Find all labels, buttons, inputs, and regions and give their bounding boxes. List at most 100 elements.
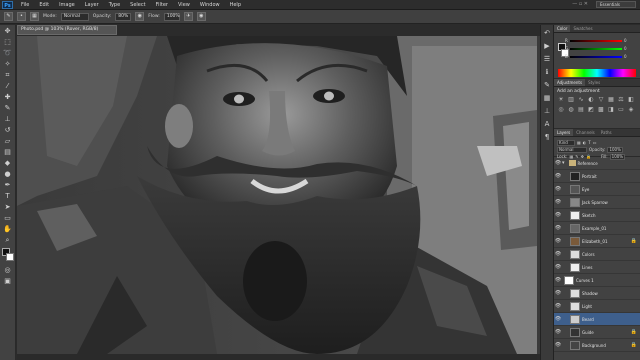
layer-thumbnail[interactable] bbox=[570, 223, 580, 233]
window-controls[interactable]: — ▫ ✕ bbox=[572, 1, 588, 7]
filter-adjust-icon[interactable]: ◐ bbox=[583, 140, 587, 145]
layer-name[interactable]: Jack Sparrow bbox=[582, 200, 608, 205]
layer-thumbnail[interactable] bbox=[564, 275, 574, 285]
vibrance-icon[interactable]: ▽ bbox=[597, 96, 605, 104]
levels-icon[interactable]: ▥ bbox=[567, 96, 575, 104]
visibility-eye-icon[interactable]: 👁 bbox=[554, 225, 562, 231]
group-expand-icon[interactable]: ▾ bbox=[562, 160, 565, 166]
color-balance-icon[interactable]: ⚖ bbox=[617, 96, 625, 104]
visibility-eye-icon[interactable]: 👁 bbox=[554, 303, 562, 309]
layer-thumbnail[interactable] bbox=[570, 210, 580, 220]
pressure-opacity-icon[interactable]: ◉ bbox=[135, 12, 145, 21]
layer-name[interactable]: Lines bbox=[582, 265, 592, 270]
layer-thumbnail[interactable] bbox=[570, 314, 580, 324]
move-tool-icon[interactable]: ✥ bbox=[3, 26, 13, 36]
layer-filter-select[interactable]: Kind bbox=[557, 139, 575, 146]
airbrush-icon[interactable]: ✈ bbox=[183, 12, 193, 21]
clone-source-icon[interactable]: ⊥ bbox=[542, 106, 552, 116]
quick-select-tool-icon[interactable]: ✧ bbox=[3, 59, 13, 69]
paragraph-icon[interactable]: ¶ bbox=[542, 132, 552, 142]
tab-paths[interactable]: Paths bbox=[598, 129, 615, 136]
layer-row[interactable]: 👁 Portrait bbox=[554, 170, 640, 183]
layer-name[interactable]: Eye bbox=[582, 187, 589, 192]
layer-name[interactable]: Light bbox=[582, 304, 592, 309]
visibility-eye-icon[interactable]: 👁 bbox=[554, 264, 562, 270]
green-slider-value[interactable]: 0 bbox=[624, 46, 627, 51]
eyedropper-tool-icon[interactable]: ⁄ bbox=[3, 81, 13, 91]
layer-name[interactable]: Example_01 bbox=[582, 226, 606, 231]
posterize-icon[interactable]: ▩ bbox=[597, 106, 605, 114]
menu-type[interactable]: Type bbox=[104, 2, 125, 8]
layer-row[interactable]: 👁 Lines bbox=[554, 261, 640, 274]
selective-color-icon[interactable]: ◈ bbox=[627, 106, 635, 114]
layer-thumbnail[interactable] bbox=[570, 327, 580, 337]
menu-image[interactable]: Image bbox=[54, 2, 80, 8]
pen-tool-icon[interactable]: ✒ bbox=[3, 180, 13, 190]
visibility-eye-icon[interactable]: 👁 bbox=[554, 329, 562, 335]
invert-icon[interactable]: ◩ bbox=[587, 106, 595, 114]
character-icon[interactable]: A bbox=[542, 119, 552, 129]
blend-mode-select[interactable]: Normal bbox=[557, 146, 587, 153]
black-white-icon[interactable]: ◧ bbox=[627, 96, 635, 104]
layer-name[interactable]: Elizabeth_01 bbox=[582, 239, 608, 244]
hue-saturation-icon[interactable]: ▦ bbox=[607, 96, 615, 104]
layer-thumbnail[interactable] bbox=[570, 288, 580, 298]
actions-icon[interactable]: ▶ bbox=[542, 41, 552, 51]
brush-presets-icon[interactable]: ▦ bbox=[542, 93, 552, 103]
tab-layers[interactable]: Layers bbox=[554, 129, 574, 136]
filter-shape-icon[interactable]: ▭ bbox=[593, 140, 597, 145]
gradient-tool-icon[interactable]: ▤ bbox=[3, 147, 13, 157]
layer-row[interactable]: 👁 Beard bbox=[554, 313, 640, 326]
visibility-eye-icon[interactable]: 👁 bbox=[554, 186, 562, 192]
zoom-tool-icon[interactable]: ⌕ bbox=[3, 235, 13, 245]
menu-help[interactable]: Help bbox=[225, 2, 246, 8]
layer-thumbnail[interactable] bbox=[570, 184, 580, 194]
pressure-size-icon[interactable]: ◉ bbox=[196, 12, 206, 21]
flow-field[interactable]: 100% bbox=[163, 12, 180, 21]
layer-thumbnail[interactable] bbox=[570, 197, 580, 207]
background-color-swatch[interactable] bbox=[5, 253, 14, 261]
marquee-tool-icon[interactable]: ⬚ bbox=[3, 37, 13, 47]
brush-panel-icon[interactable]: ▦ bbox=[30, 12, 39, 21]
tab-styles[interactable]: Styles bbox=[585, 79, 603, 86]
visibility-eye-icon[interactable]: 👁 bbox=[554, 160, 562, 166]
layer-row[interactable]: 👁 Background 🔒 bbox=[554, 339, 640, 352]
layer-thumbnail[interactable] bbox=[570, 236, 580, 246]
tab-swatches[interactable]: Swatches bbox=[570, 25, 595, 32]
layer-row[interactable]: 👁 Sketch bbox=[554, 209, 640, 222]
menu-filter[interactable]: Filter bbox=[151, 2, 173, 8]
green-slider-track[interactable] bbox=[570, 48, 622, 50]
exposure-icon[interactable]: ◐ bbox=[587, 96, 595, 104]
blue-slider-track[interactable] bbox=[570, 56, 622, 58]
red-slider-track[interactable] bbox=[570, 40, 622, 42]
filter-pixel-icon[interactable]: ▦ bbox=[577, 140, 581, 145]
channel-mixer-icon[interactable]: ◍ bbox=[567, 106, 575, 114]
visibility-eye-icon[interactable]: 👁 bbox=[554, 212, 562, 218]
screen-mode-icon[interactable]: ▣ bbox=[3, 276, 13, 286]
healing-tool-icon[interactable]: ✚ bbox=[3, 92, 13, 102]
dodge-tool-icon[interactable]: ● bbox=[3, 169, 13, 179]
layer-row[interactable]: 👁 Guide 🔒 bbox=[554, 326, 640, 339]
visibility-eye-icon[interactable]: 👁 bbox=[554, 251, 562, 257]
curves-icon[interactable]: ∿ bbox=[577, 96, 585, 104]
threshold-icon[interactable]: ◨ bbox=[607, 106, 615, 114]
lasso-tool-icon[interactable]: ➰ bbox=[3, 48, 13, 58]
green-slider[interactable]: G 0 bbox=[565, 46, 628, 51]
layer-name[interactable]: Guide bbox=[582, 330, 594, 335]
layer-row[interactable]: 👁 Light bbox=[554, 300, 640, 313]
tab-adjustments[interactable]: Adjustments bbox=[554, 79, 586, 86]
layer-name[interactable]: Reference bbox=[578, 161, 598, 166]
eraser-tool-icon[interactable]: ▱ bbox=[3, 136, 13, 146]
layer-thumbnail[interactable] bbox=[570, 171, 580, 181]
document-tab[interactable]: Photo.psd @ 103% (Rover, RGB/8) bbox=[17, 25, 117, 35]
layer-name[interactable]: Curves 1 bbox=[576, 278, 594, 283]
layer-row[interactable]: 👁 Example_01 bbox=[554, 222, 640, 235]
color-lookup-icon[interactable]: ▤ bbox=[577, 106, 585, 114]
layer-name[interactable]: Beard bbox=[582, 317, 594, 322]
visibility-eye-icon[interactable]: 👁 bbox=[554, 277, 562, 283]
blur-tool-icon[interactable]: ◆ bbox=[3, 158, 13, 168]
red-slider-value[interactable]: 0 bbox=[624, 38, 627, 43]
layer-thumbnail[interactable] bbox=[570, 301, 580, 311]
layer-thumbnail[interactable] bbox=[570, 262, 580, 272]
menu-layer[interactable]: Layer bbox=[80, 2, 104, 8]
